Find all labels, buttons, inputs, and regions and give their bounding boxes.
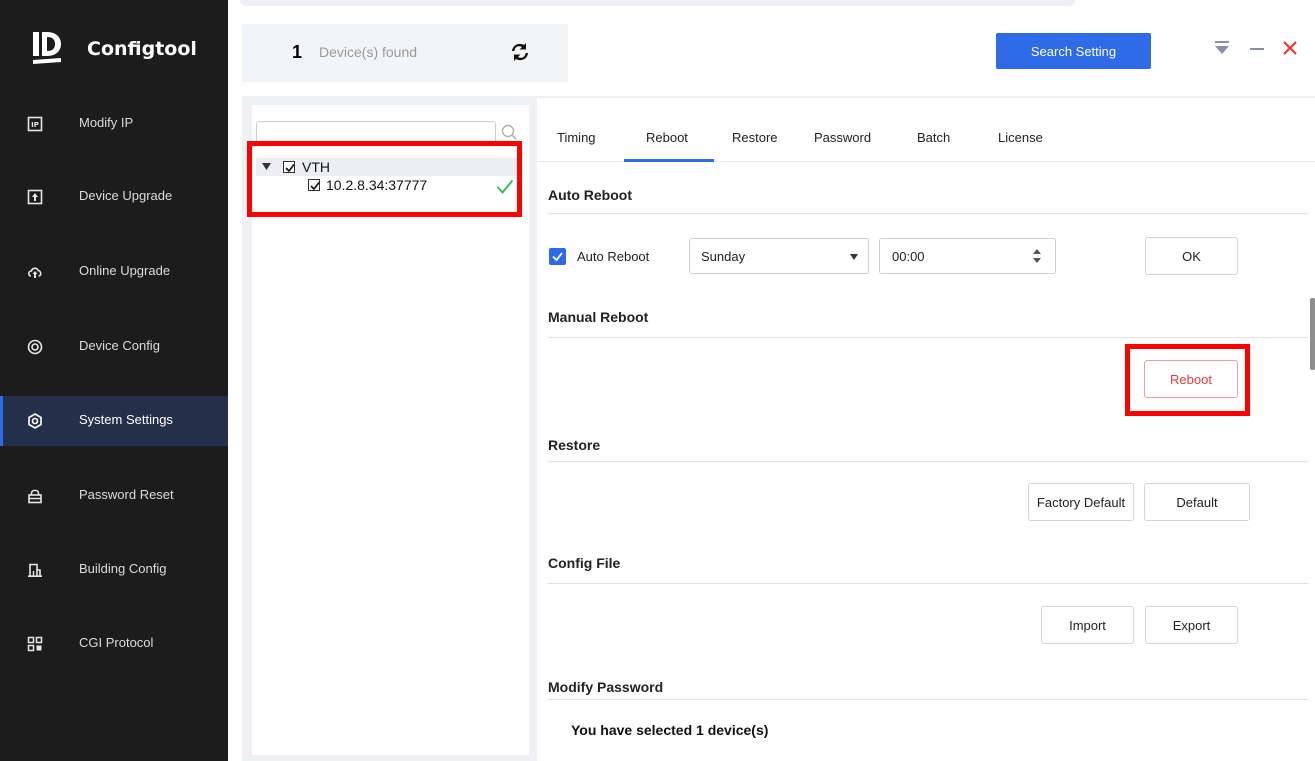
configtool-window: Configtool IP Modify IP Device Upgrade O… (0, 0, 1315, 761)
settings-panel (537, 98, 1315, 761)
tab-reboot[interactable]: Reboot (646, 130, 688, 145)
sidebar-item-device-config[interactable]: Device Config (0, 322, 228, 372)
device-count: 1 (292, 42, 303, 62)
success-check-icon (496, 179, 514, 194)
sidebar-item-online-upgrade[interactable]: Online Upgrade (0, 247, 228, 297)
sidebar-item-label: Device Upgrade (79, 188, 173, 203)
sidebar-item-label: Modify IP (79, 115, 134, 130)
tab-restore[interactable]: Restore (732, 130, 778, 145)
group-checkbox[interactable] (283, 161, 295, 173)
expand-arrow-icon[interactable] (262, 163, 271, 170)
section-divider (548, 699, 1308, 700)
sidebar-item-cgi-protocol[interactable]: CGI Protocol (0, 619, 228, 669)
reboot-day-value: Sunday (701, 249, 746, 264)
svg-text:IP: IP (31, 121, 39, 129)
device-found-label: Device(s) found (319, 44, 418, 60)
search-setting-button[interactable]: Search Setting (996, 33, 1151, 69)
target-icon (27, 339, 43, 355)
minimize-icon[interactable] (1247, 38, 1267, 58)
sidebar-item-label: CGI Protocol (79, 635, 154, 650)
auto-reboot-label: Auto Reboot (577, 249, 650, 264)
building-icon (28, 563, 42, 577)
restore-title: Restore (548, 437, 601, 453)
section-divider (548, 337, 1308, 338)
app-name: Configtool (87, 38, 197, 60)
grid-icon (27, 636, 43, 652)
reboot-button[interactable]: Reboot (1144, 360, 1238, 398)
ip-icon: IP (27, 116, 43, 132)
check-icon (552, 252, 563, 262)
section-divider (548, 213, 1308, 214)
sidebar-item-label: System Settings (79, 412, 173, 427)
sidebar-item-label: Online Upgrade (79, 263, 171, 278)
search-icon[interactable] (500, 123, 518, 141)
dropdown-menu-icon[interactable] (1212, 38, 1232, 58)
cloud-upload-icon (28, 267, 42, 278)
manual-reboot-title: Manual Reboot (548, 309, 649, 325)
tab-password[interactable]: Password (814, 130, 871, 145)
tab-license[interactable]: License (998, 130, 1043, 145)
lock-icon (28, 489, 42, 504)
sidebar-item-device-upgrade[interactable]: Device Upgrade (0, 172, 228, 222)
reboot-day-select[interactable]: Sunday (689, 238, 869, 274)
logo-icon (33, 32, 61, 64)
tree-group-label[interactable]: VTH (302, 159, 330, 175)
device-checkbox[interactable] (308, 179, 320, 191)
sidebar-item-label: Password Reset (79, 487, 174, 502)
sidebar-item-label: Device Config (79, 338, 160, 353)
devices-found-panel: 1 Device(s) found (242, 24, 568, 82)
config-file-title: Config File (548, 555, 621, 571)
modify-password-title: Modify Password (548, 679, 664, 695)
default-button[interactable]: Default (1144, 483, 1250, 521)
tab-timing[interactable]: Timing (557, 130, 596, 145)
factory-default-button[interactable]: Factory Default (1028, 483, 1134, 521)
reboot-time-value: 00:00 (892, 249, 925, 264)
auto-reboot-title: Auto Reboot (548, 187, 632, 203)
chevron-down-icon (850, 254, 858, 260)
check-icon (285, 164, 295, 173)
brand: Configtool (0, 0, 228, 95)
device-search-input[interactable] (256, 121, 496, 145)
sidebar-item-label: Building Config (79, 561, 167, 576)
sidebar: Configtool IP Modify IP Device Upgrade O… (0, 0, 228, 761)
settings-hex-icon (28, 413, 42, 429)
sidebar-item-password-reset[interactable]: Password Reset (0, 471, 228, 521)
auto-reboot-checkbox[interactable] (549, 248, 566, 265)
upload-box-icon (27, 189, 43, 205)
active-tab-indicator (624, 159, 714, 162)
check-icon (310, 182, 320, 191)
export-button[interactable]: Export (1145, 606, 1238, 644)
spinner-icon[interactable] (1032, 248, 1042, 264)
selected-devices-text: You have selected 1 device(s) (571, 722, 769, 738)
close-icon[interactable] (1280, 38, 1300, 58)
section-divider (548, 583, 1308, 584)
tree-device-label[interactable]: 10.2.8.34:37777 (326, 177, 427, 193)
refresh-icon[interactable] (508, 40, 532, 64)
ok-button[interactable]: OK (1145, 237, 1238, 275)
reboot-time-input[interactable]: 00:00 (879, 238, 1056, 274)
header-shade (240, 0, 1075, 6)
device-tree-panel (252, 105, 529, 755)
scrollbar-thumb[interactable] (1310, 298, 1315, 370)
section-divider (548, 461, 1308, 462)
sidebar-item-modify-ip[interactable]: IP Modify IP (0, 99, 228, 149)
import-button[interactable]: Import (1041, 606, 1134, 644)
sidebar-item-building-config[interactable]: Building Config (0, 545, 228, 595)
sidebar-item-system-settings[interactable]: System Settings (0, 396, 228, 446)
tab-batch[interactable]: Batch (917, 130, 950, 145)
